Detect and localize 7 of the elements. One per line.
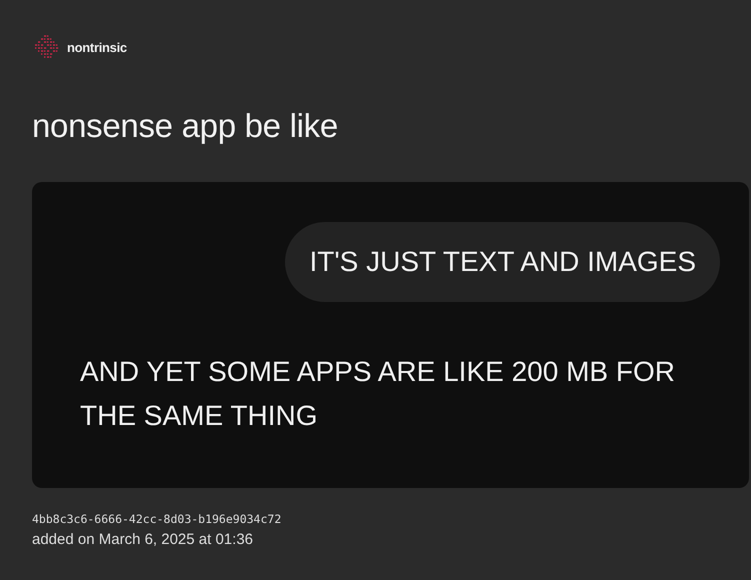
post-id: 4bb8c3c6-6666-42cc-8d03-b196e9034c72: [32, 512, 282, 526]
added-date: added on March 6, 2025 at 01:36: [32, 531, 254, 548]
message-text: AND YET SOME APPS ARE LIKE 200 MB FOR THE SAME THING: [80, 355, 676, 433]
chat-bubble: IT'S JUST TEXT AND IMAGES: [285, 222, 720, 302]
logo-icon: [34, 34, 60, 60]
post-title: nonsense app be like: [32, 106, 339, 146]
brand-name: nontrinsic: [67, 40, 127, 54]
